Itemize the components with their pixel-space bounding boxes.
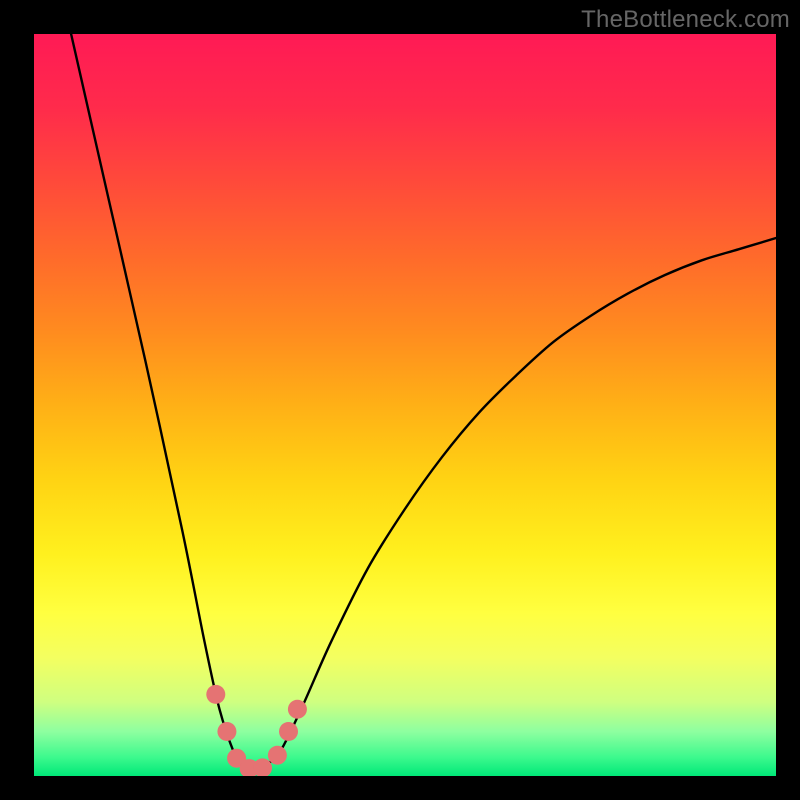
chart-frame: TheBottleneck.com (0, 0, 800, 800)
curve-layer (34, 34, 776, 776)
marker-dot (206, 685, 225, 704)
marker-dot (268, 746, 287, 765)
watermark-text: TheBottleneck.com (581, 6, 790, 34)
highlight-dots (206, 685, 307, 776)
marker-dot (217, 722, 236, 741)
plot-area (34, 34, 776, 776)
bottleneck-curve (71, 34, 776, 769)
marker-dot (279, 722, 298, 741)
marker-dot (253, 758, 272, 776)
marker-dot (288, 700, 307, 719)
